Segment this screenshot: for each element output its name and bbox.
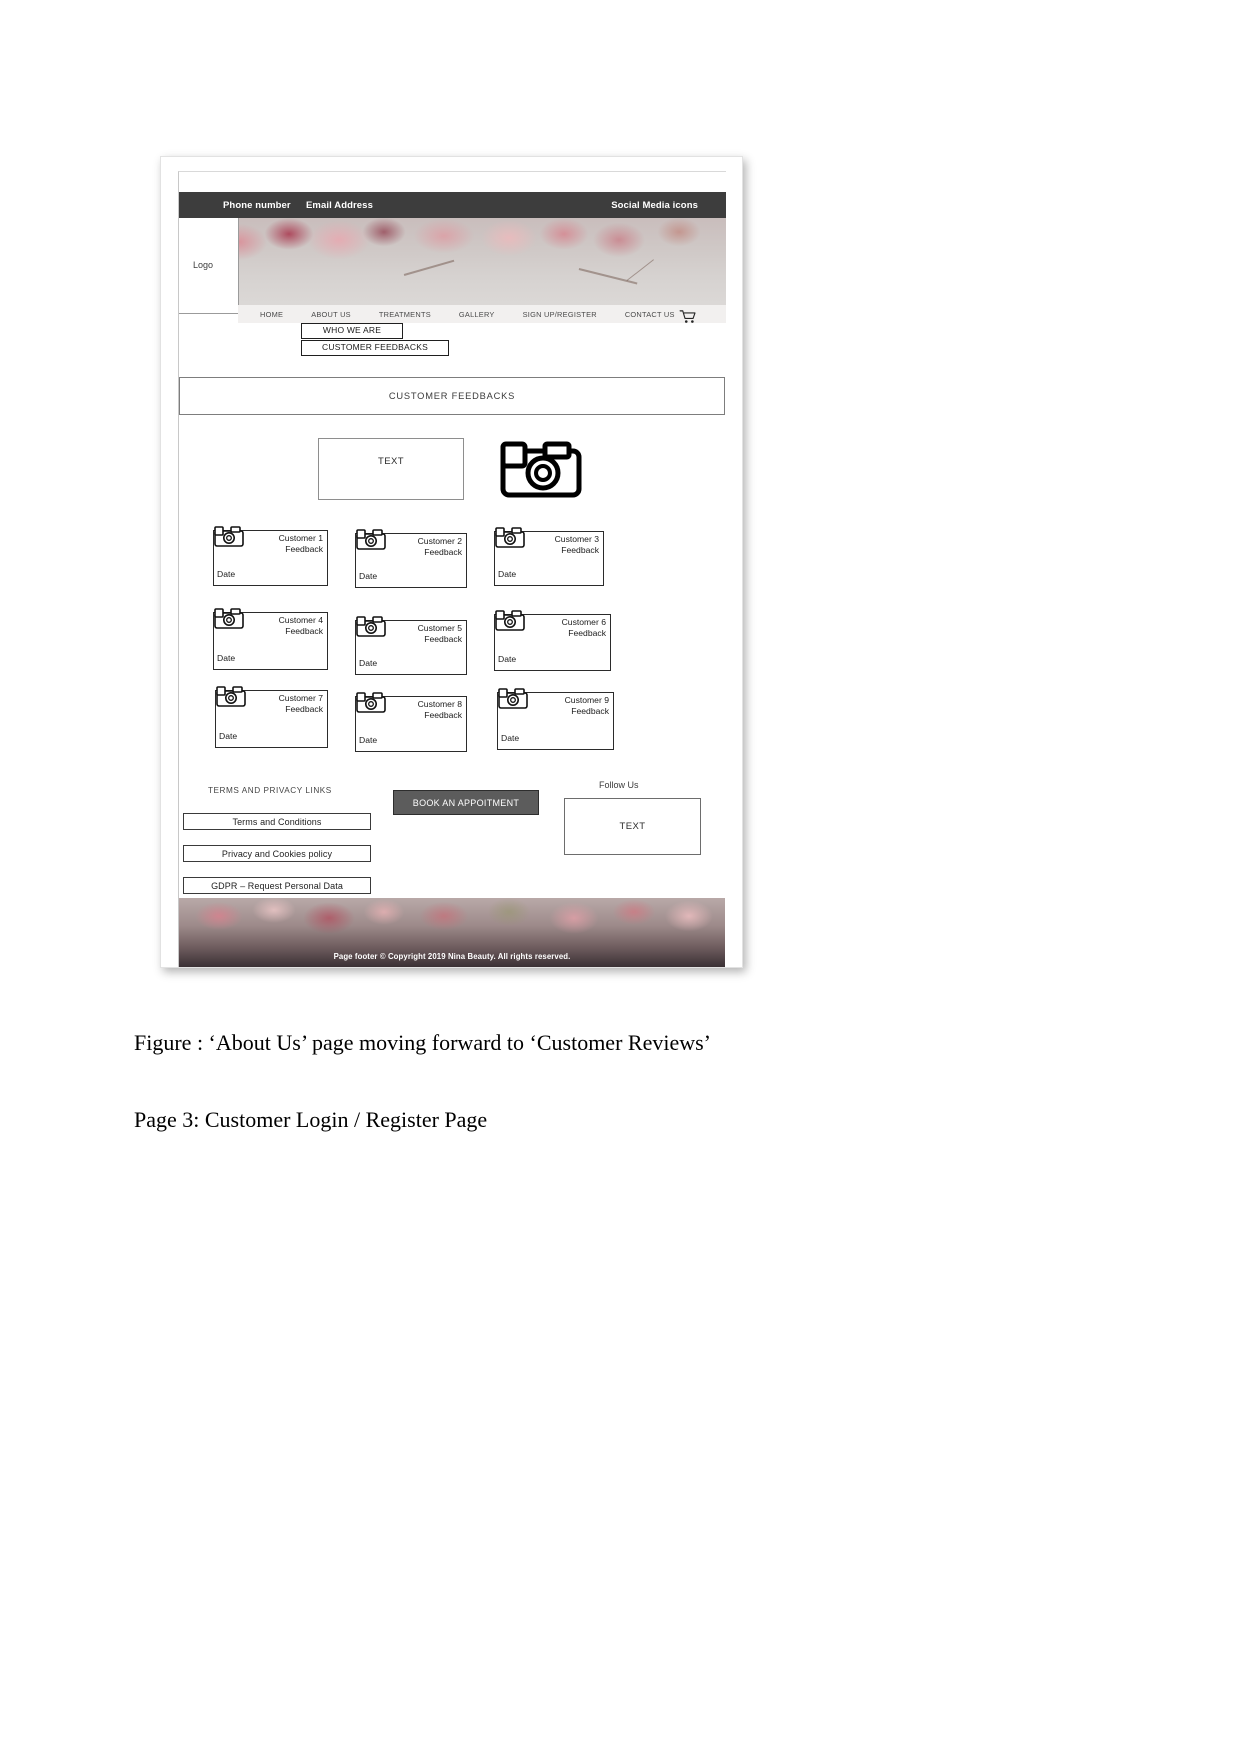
feedback-card[interactable]: Customer 9 Feedback Date <box>497 688 614 750</box>
logo-placeholder[interactable]: Logo <box>179 218 239 314</box>
hero-stem-decor <box>578 268 638 285</box>
camera-icon <box>497 687 529 709</box>
feedback-card-date: Date <box>498 654 517 664</box>
figure-caption: Figure : ‘About Us’ page moving forward … <box>134 1030 711 1055</box>
hero-flower-banner <box>179 218 726 313</box>
nav-item-home[interactable]: HOME <box>260 310 283 319</box>
feedback-card[interactable]: Customer 4 Feedback Date <box>213 608 328 670</box>
nav-item-treatments[interactable]: TREATMENTS <box>379 310 431 319</box>
feedback-card-customer-name: Customer 4 <box>278 615 323 625</box>
feedback-card[interactable]: Customer 8 Feedback Date <box>355 692 467 752</box>
feedback-card[interactable]: Customer 3 Feedback Date <box>494 527 604 586</box>
feedback-card-date: Date <box>359 571 378 581</box>
shopping-cart-icon[interactable] <box>679 310 697 324</box>
footer-flower-banner: Page footer © Copyright 2019 Nina Beauty… <box>179 898 725 967</box>
feedback-card[interactable]: Customer 2 Feedback Date <box>355 529 467 588</box>
nav-item-gallery[interactable]: GALLERY <box>459 310 495 319</box>
follow-us-heading: Follow Us <box>599 780 639 790</box>
social-media-icons-label[interactable]: Social Media icons <box>611 200 698 211</box>
feedback-card-feedback-label: Feedback <box>424 710 462 720</box>
book-an-appointment-button[interactable]: BOOK AN APPOITMENT <box>393 790 539 815</box>
feedback-card[interactable]: Customer 5 Feedback Date <box>355 616 467 675</box>
terms-and-privacy-heading: TERMS AND PRIVACY LINKS <box>208 786 332 795</box>
section-banner: CUSTOMER FEEDBACKS <box>179 377 725 415</box>
feedback-card-customer-name: Customer 8 <box>417 699 462 709</box>
follow-us-text-placeholder[interactable]: TEXT <box>564 798 701 855</box>
camera-icon[interactable] <box>497 435 587 503</box>
dropdown-item-who-we-are[interactable]: WHO WE ARE <box>301 323 403 339</box>
nav-item-contact-us[interactable]: CONTACT US <box>625 310 675 319</box>
wireframe-page: Phone number Email Address Social Media … <box>178 171 726 967</box>
customer-feedback-card-grid: Customer 1 Feedback Date Customer 2 Feed… <box>213 520 713 760</box>
gdpr-request-personal-data-link[interactable]: GDPR – Request Personal Data <box>183 877 371 894</box>
feedback-card-customer-name: Customer 9 <box>564 695 609 705</box>
feedback-card-customer-name: Customer 6 <box>561 617 606 627</box>
intro-text-label: TEXT <box>378 456 404 467</box>
camera-icon <box>494 609 526 631</box>
feedback-card-feedback-label: Feedback <box>285 544 323 554</box>
feedback-card-date: Date <box>359 658 378 668</box>
terms-and-conditions-link[interactable]: Terms and Conditions <box>183 813 371 830</box>
feedback-card-feedback-label: Feedback <box>568 628 606 638</box>
feedback-card-feedback-label: Feedback <box>424 634 462 644</box>
feedback-card-date: Date <box>217 653 236 663</box>
logo-label: Logo <box>193 260 214 270</box>
camera-icon <box>213 607 245 629</box>
feedback-card-customer-name: Customer 2 <box>417 536 462 546</box>
page-heading: Page 3: Customer Login / Register Page <box>134 1107 488 1132</box>
dropdown-item-customer-feedbacks[interactable]: CUSTOMER FEEDBACKS <box>301 340 449 356</box>
feedback-card[interactable]: Customer 1 Feedback Date <box>213 526 328 586</box>
feedback-card[interactable]: Customer 6 Feedback Date <box>494 610 611 671</box>
camera-icon <box>355 528 387 550</box>
feedback-card-date: Date <box>359 735 378 745</box>
camera-icon <box>213 525 245 547</box>
feedback-card-feedback-label: Feedback <box>424 547 462 557</box>
feedback-card-customer-name: Customer 3 <box>554 534 599 544</box>
nav-item-sign-up-register[interactable]: SIGN UP/REGISTER <box>523 310 597 319</box>
feedback-card-date: Date <box>217 569 236 579</box>
section-banner-title: CUSTOMER FEEDBACKS <box>388 391 516 401</box>
camera-icon <box>494 526 526 548</box>
hero-stem-decor <box>403 259 455 276</box>
phone-number-label[interactable]: Phone number <box>223 200 291 211</box>
wireframe-mockup-screenshot: Phone number Email Address Social Media … <box>160 156 743 968</box>
feedback-card-date: Date <box>219 731 238 741</box>
feedback-card-date: Date <box>498 569 517 579</box>
feedback-card-feedback-label: Feedback <box>571 706 609 716</box>
camera-icon <box>215 685 247 707</box>
feedback-card-feedback-label: Feedback <box>285 626 323 636</box>
utility-bar: Phone number Email Address Social Media … <box>179 192 726 218</box>
intro-text-placeholder[interactable]: TEXT <box>318 438 464 500</box>
email-address-label[interactable]: Email Address <box>306 200 373 211</box>
follow-us-text-label: TEXT <box>619 821 646 832</box>
feedback-card-customer-name: Customer 5 <box>417 623 462 633</box>
camera-icon <box>355 691 387 713</box>
main-navigation: HOME ABOUT US TREATMENTS GALLERY SIGN UP… <box>238 305 726 323</box>
feedback-card-feedback-label: Feedback <box>561 545 599 555</box>
feedback-card-customer-name: Customer 1 <box>278 533 323 543</box>
camera-icon <box>355 615 387 637</box>
feedback-card[interactable]: Customer 7 Feedback Date <box>215 686 328 748</box>
privacy-and-cookies-policy-link[interactable]: Privacy and Cookies policy <box>183 845 371 862</box>
feedback-card-customer-name: Customer 7 <box>278 693 323 703</box>
hero-stem-decor <box>626 259 655 282</box>
copyright-text: Page footer © Copyright 2019 Nina Beauty… <box>333 952 571 961</box>
nav-item-about-us[interactable]: ABOUT US <box>311 310 351 319</box>
feedback-card-feedback-label: Feedback <box>285 704 323 714</box>
feedback-card-date: Date <box>501 733 520 743</box>
